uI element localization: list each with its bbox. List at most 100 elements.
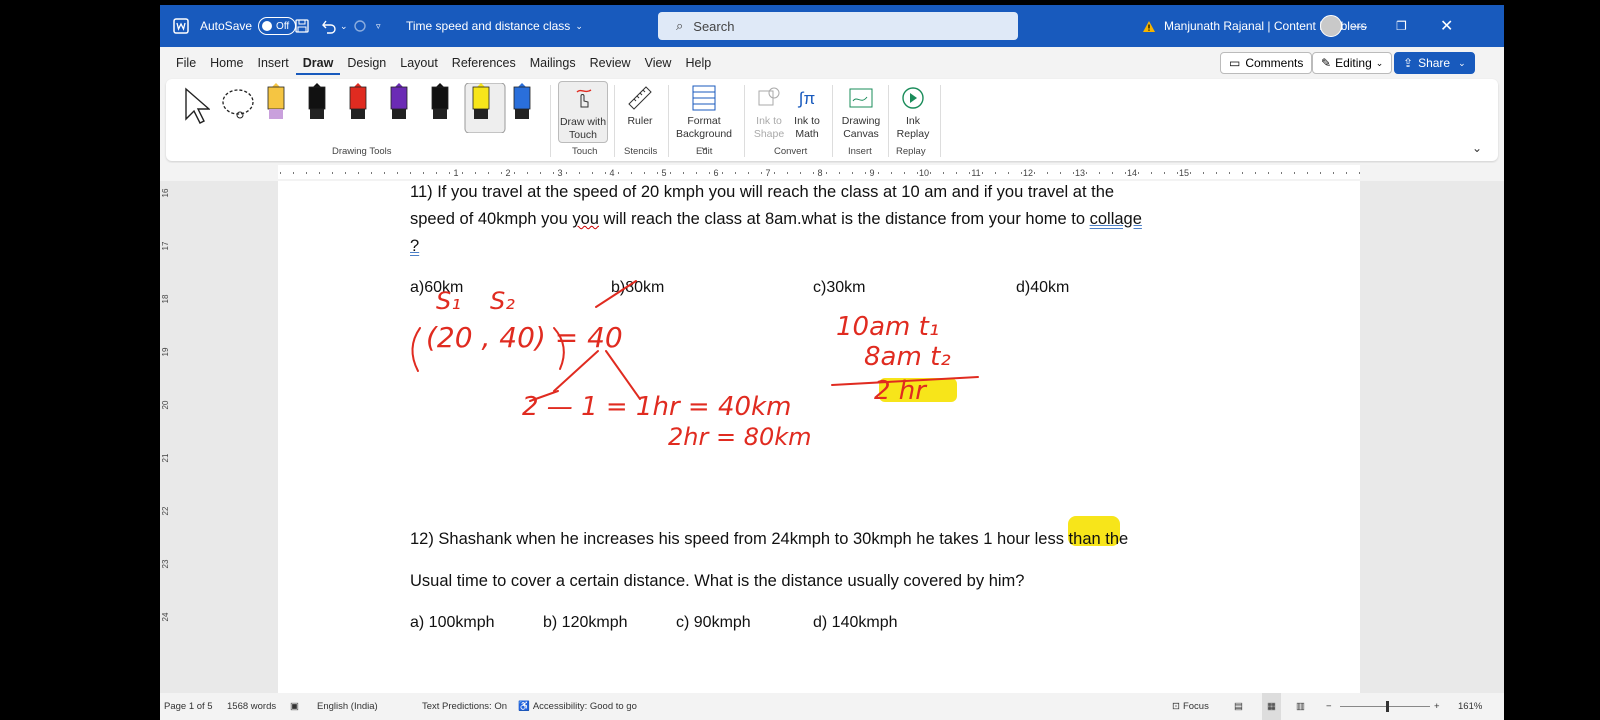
zoom-out-button[interactable]: −	[1326, 693, 1332, 720]
tab-view[interactable]: View	[638, 51, 679, 75]
save-icon[interactable]	[294, 5, 310, 47]
customize-qat-icon[interactable]: ▿	[376, 5, 381, 47]
tab-help[interactable]: Help	[678, 51, 718, 75]
blue-glitter-pen-icon[interactable]	[513, 83, 531, 119]
ruler-tick	[345, 172, 346, 174]
ruler-tick	[1112, 172, 1113, 174]
zoom-slider[interactable]	[1340, 693, 1430, 720]
ruler-tick	[358, 172, 359, 174]
zoom-in-button[interactable]: +	[1434, 693, 1440, 720]
ink-replay-button[interactable]: Ink Replay	[890, 81, 936, 141]
editing-mode-button[interactable]: ✎ Editing ⌄	[1312, 52, 1393, 74]
avatar[interactable]	[1320, 5, 1342, 47]
tab-home[interactable]: Home	[203, 51, 250, 75]
title-bar: AutoSave Off ⌄ ▿ Time speed and distance…	[160, 5, 1504, 47]
warning-icon[interactable]	[1142, 5, 1156, 47]
drawing-canvas-icon	[834, 81, 888, 115]
print-layout-icon[interactable]: ▦	[1262, 693, 1281, 720]
ink-ratio: (20 , 40) = 40	[426, 321, 623, 354]
ruler-tick	[293, 172, 294, 174]
vruler-number: 17	[161, 241, 170, 250]
ruler-tick	[722, 172, 723, 174]
ruler-tick	[852, 172, 853, 174]
ruler-number: 15	[1179, 168, 1189, 178]
tab-insert[interactable]: Insert	[251, 51, 296, 75]
red-pen-icon[interactable]	[349, 83, 367, 119]
tab-design[interactable]: Design	[340, 51, 393, 75]
tab-references[interactable]: References	[445, 51, 523, 75]
ink-paren-left	[411, 327, 421, 372]
ruler-tick	[423, 172, 424, 174]
focus-button[interactable]: ⊡ Focus	[1172, 693, 1209, 720]
vertical-ruler[interactable]: 16 17 18 19 20 21 22 23 24	[160, 181, 176, 693]
collapse-ribbon-icon[interactable]: ⌄	[1472, 141, 1482, 155]
document-page[interactable]: 11) If you travel at the speed of 20 kmp…	[278, 181, 1360, 693]
ink-split: 2 — 1 = 1hr = 40km	[522, 392, 791, 422]
ruler-tick	[995, 172, 996, 174]
autosave-toggle[interactable]: Off	[258, 17, 297, 35]
ruler-number: 14	[1127, 168, 1137, 178]
ruler-tick	[1255, 172, 1256, 174]
autosave-label: AutoSave	[200, 19, 253, 33]
search-box[interactable]: ⌕ Search	[658, 12, 1018, 40]
tab-file[interactable]: File	[169, 51, 203, 75]
ruler-tick	[800, 172, 801, 174]
close-button[interactable]: ✕	[1440, 5, 1484, 47]
ink-branch-left2	[553, 350, 599, 392]
ruler-tick	[826, 172, 827, 174]
ruler-tick	[1229, 172, 1230, 174]
comments-button[interactable]: ▭ Comments	[1220, 52, 1313, 74]
document-title[interactable]: Time speed and distance class ⌄	[406, 5, 583, 47]
highlighter-pen-icon[interactable]	[267, 83, 285, 119]
ruler-number: 13	[1075, 168, 1085, 178]
drawing-canvas-button[interactable]: Drawing Canvas	[834, 81, 888, 141]
ink-to-math-button[interactable]: ∫π Ink to Math	[784, 81, 830, 141]
format-background-icon	[672, 81, 736, 115]
tab-layout[interactable]: Layout	[393, 51, 445, 75]
language-status[interactable]: English (India)	[317, 693, 378, 720]
ruler-tick	[761, 172, 762, 174]
share-button[interactable]: ⇪ Share ⌄	[1394, 52, 1475, 74]
black-pencil-icon[interactable]	[431, 83, 449, 119]
ruler-tick	[956, 172, 957, 174]
proofing-icon[interactable]: ▣	[290, 693, 299, 720]
tab-draw[interactable]: Draw	[295, 51, 341, 75]
ruler-tick	[1125, 172, 1126, 174]
word-count[interactable]: 1568 words	[227, 693, 276, 720]
undo-icon[interactable]: ⌄	[320, 5, 348, 47]
ruler-tick	[397, 172, 398, 174]
web-layout-icon[interactable]: ▥	[1296, 693, 1305, 720]
redo-icon[interactable]	[352, 5, 368, 47]
text-predictions-status[interactable]: Text Predictions: On	[422, 693, 507, 720]
ruler-number: 3	[557, 168, 562, 178]
lasso-select-icon[interactable]	[218, 85, 258, 130]
purple-pen-icon[interactable]	[390, 83, 408, 119]
ruler-tick	[839, 172, 840, 174]
accessibility-status[interactable]: ♿ Accessibility: Good to go	[518, 693, 637, 720]
zoom-level[interactable]: 161%	[1458, 693, 1482, 720]
ruler-tick	[865, 172, 866, 174]
accessibility-icon: ♿	[518, 701, 530, 712]
tab-mailings[interactable]: Mailings	[523, 51, 583, 75]
select-tool-icon[interactable]	[180, 85, 211, 130]
format-background-button[interactable]: Format Background ⌄	[672, 81, 736, 154]
ruler-tick	[1099, 172, 1100, 174]
vruler-number: 22	[161, 506, 170, 515]
tab-review[interactable]: Review	[583, 51, 638, 75]
minimize-button[interactable]: —	[1352, 5, 1396, 47]
word-app-icon[interactable]	[172, 5, 190, 47]
pen-gallery[interactable]	[262, 83, 542, 133]
restore-button[interactable]: ❐	[1396, 5, 1440, 47]
black-pen-icon[interactable]	[308, 83, 326, 119]
draw-with-touch-button[interactable]: Draw with Touch	[558, 81, 608, 143]
ink-annotations: S₁ S₂ (20 , 40) = 40 2 — 1 = 1hr = 40km …	[411, 280, 979, 451]
autosave-control[interactable]: AutoSave Off	[200, 5, 297, 47]
yellow-highlighter-icon[interactable]	[464, 83, 506, 133]
horizontal-ruler[interactable]: 1 2 3 4 5 6 7 8 9 10 11 12 13 14 15	[160, 163, 1504, 181]
ruler-button[interactable]: Ruler	[614, 81, 666, 128]
ruler-tick	[462, 172, 463, 174]
page-count[interactable]: Page 1 of 5	[164, 693, 213, 720]
ruler-tick	[618, 172, 619, 174]
group-drawing-tools: Drawing Tools	[332, 146, 392, 157]
read-mode-icon[interactable]: ▤	[1234, 693, 1243, 720]
